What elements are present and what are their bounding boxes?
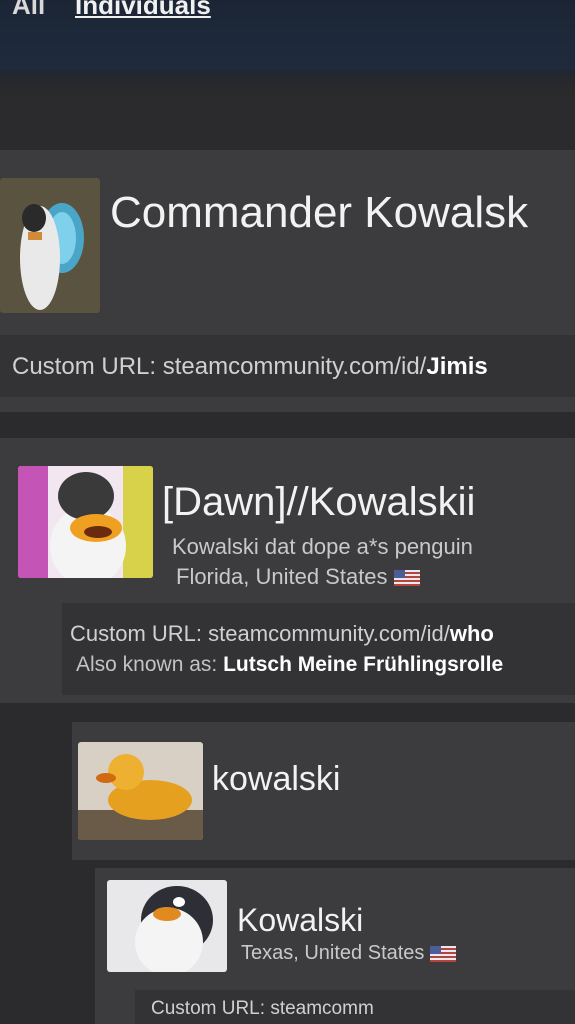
- custom-url-label: Custom URL:: [70, 621, 203, 646]
- url-bar: Custom URL: steamcommunity.com/id/Jimis: [0, 335, 575, 397]
- location-text: Texas, United States: [241, 942, 425, 964]
- custom-url: Custom URL: steamcommunity.com/id/who: [70, 621, 494, 647]
- tab-individuals[interactable]: Individuals: [75, 0, 211, 21]
- custom-url-prefix: steamcommunity.com/id/: [162, 353, 427, 380]
- custom-url: Custom URL: steamcommunity.com/id/Jimis: [12, 353, 488, 381]
- url-bar: Custom URL: steamcommunity.com/id/who Al…: [62, 603, 575, 695]
- result-card[interactable]: Commander Kowalsk Custom URL: steamcommu…: [0, 150, 575, 412]
- result-name[interactable]: Commander Kowalsk: [110, 188, 528, 238]
- custom-url-prefix: steamcomm: [270, 998, 374, 1019]
- custom-url-label: Custom URL:: [151, 998, 266, 1019]
- result-card[interactable]: kowalski: [72, 722, 575, 860]
- result-location: Florida, United States: [176, 564, 420, 590]
- tab-all[interactable]: All: [12, 0, 45, 21]
- search-results-screen: All Individuals Commander Kowalsk Custom…: [0, 0, 575, 1024]
- result-name[interactable]: Kowalski: [237, 902, 363, 939]
- result-summary: Kowalski dat dope a*s penguin: [172, 534, 473, 559]
- avatar[interactable]: [107, 880, 227, 972]
- penguin-avatar-icon: [107, 880, 227, 972]
- result-name[interactable]: kowalski: [212, 760, 340, 799]
- custom-url-label: Custom URL:: [12, 353, 157, 380]
- avatar[interactable]: [18, 466, 153, 578]
- aka-value: Lutsch Meine Frühlingsrolle: [223, 653, 504, 676]
- url-bar: Custom URL: steamcomm: [135, 990, 575, 1024]
- result-location: Texas, United States: [241, 942, 457, 965]
- custom-url-id: Jimis: [426, 353, 488, 380]
- penguin-avatar-icon: [0, 178, 100, 313]
- us-flag-icon: [430, 945, 457, 962]
- custom-url-id: who: [449, 621, 494, 646]
- penguin-avatar-icon: [18, 466, 153, 578]
- avatar[interactable]: [78, 742, 203, 840]
- custom-url-prefix: steamcommunity.com/id/: [208, 621, 450, 646]
- also-known-as: Also known as: Lutsch Meine Frühlingsrol…: [76, 653, 503, 677]
- result-card[interactable]: [Dawn]//Kowalskii Kowalski dat dope a*s …: [0, 438, 575, 703]
- us-flag-icon: [393, 570, 420, 587]
- custom-url: Custom URL: steamcomm: [151, 998, 374, 1020]
- result-card[interactable]: Kowalski Texas, United States Custom URL…: [95, 868, 575, 1024]
- avatar[interactable]: [0, 178, 100, 313]
- rubber-duck-avatar-icon: [78, 742, 203, 840]
- result-name[interactable]: [Dawn]//Kowalskii: [162, 480, 475, 525]
- location-text: Florida, United States: [176, 564, 388, 589]
- aka-label: Also known as:: [76, 653, 218, 676]
- search-filter-tabs: All Individuals: [0, 0, 575, 70]
